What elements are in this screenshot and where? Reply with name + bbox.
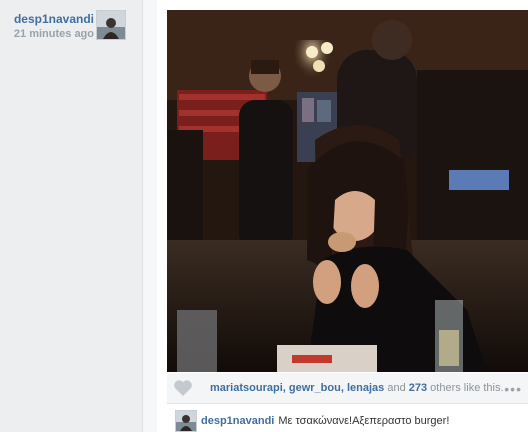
commenter-avatar[interactable] [175, 410, 197, 432]
post-author-block: desp1navandi 21 minutes ago [14, 12, 94, 40]
post-timestamp: 21 minutes ago [13, 28, 94, 40]
comment-body: Με τσακώνανε!Αξεπεραστο burger! [278, 415, 450, 427]
photo-scene [167, 10, 528, 372]
likes-summary: mariatsourapi, gewr_bou, lenajas and 273… [210, 382, 504, 394]
likes-bar: mariatsourapi, gewr_bou, lenajas and 273… [167, 373, 528, 404]
author-avatar-image [97, 11, 125, 39]
post-card: mariatsourapi, gewr_bou, lenajas and 273… [157, 0, 528, 432]
likes-count[interactable]: 273 [409, 382, 427, 394]
like-user-link[interactable]: lenajas [347, 382, 384, 394]
column-gutter [142, 0, 157, 432]
likes-and-text: and [387, 382, 406, 394]
post-author-name[interactable]: desp1navandi [14, 12, 94, 26]
comment-text: desp1navandi Με τσακώνανε!Αξεπεραστο burg… [201, 415, 449, 427]
like-user-link[interactable]: mariatsourapi [210, 382, 283, 394]
like-user-link[interactable]: gewr_bou [289, 382, 341, 394]
ellipsis-icon[interactable]: ••• [504, 381, 522, 397]
post-photo[interactable] [167, 10, 528, 372]
left-column: desp1navandi 21 minutes ago [0, 0, 142, 432]
likes-suffix: others like this. [430, 382, 504, 394]
comment-user-link[interactable]: desp1navandi [201, 415, 274, 427]
heart-icon[interactable] [173, 379, 193, 397]
author-avatar[interactable] [96, 10, 126, 40]
comment-row: desp1navandi Με τσακώνανε!Αξεπεραστο burg… [167, 404, 528, 432]
